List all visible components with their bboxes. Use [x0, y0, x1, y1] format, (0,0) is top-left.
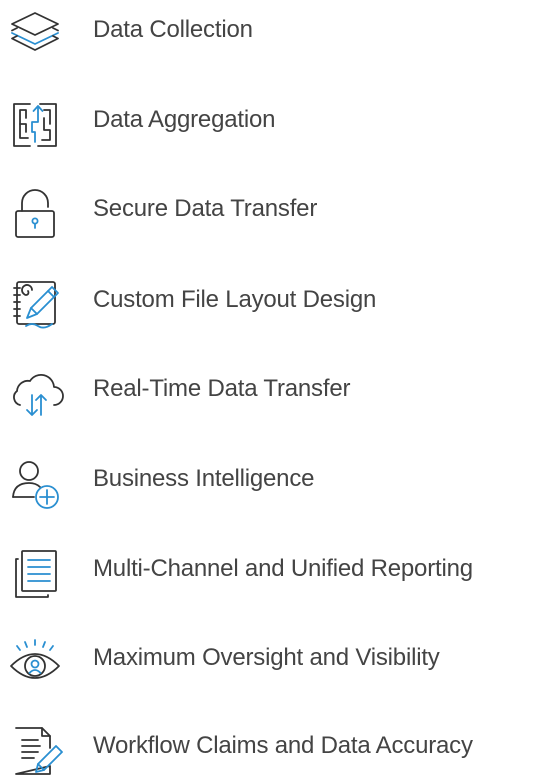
user-add-icon [8, 457, 62, 511]
document-edit-icon [8, 724, 63, 778]
notebook-pen-icon [8, 278, 62, 332]
feature-custom-file-layout-design: Custom File Layout Design [0, 274, 559, 334]
feature-label: Data Collection [93, 16, 253, 43]
feature-label: Real-Time Data Transfer [93, 375, 351, 402]
padlock-icon [8, 187, 62, 241]
cloud-transfer-icon [8, 367, 64, 421]
feature-list: Data Collection Data Aggregation Secure … [0, 0, 559, 780]
feature-real-time-data-transfer: Real-Time Data Transfer [0, 363, 559, 423]
feature-business-intelligence: Business Intelligence [0, 453, 559, 513]
feature-data-aggregation: Data Aggregation [0, 94, 559, 154]
feature-label: Workflow Claims and Data Accuracy [93, 732, 473, 759]
feature-label: Secure Data Transfer [93, 195, 318, 222]
feature-label: Maximum Oversight and Visibility [93, 644, 440, 671]
documents-icon [8, 547, 62, 601]
feature-secure-data-transfer: Secure Data Transfer [0, 183, 559, 243]
maze-icon [8, 98, 62, 152]
layers-icon [8, 8, 62, 62]
feature-label: Custom File Layout Design [93, 286, 377, 313]
feature-maximum-oversight: Maximum Oversight and Visibility [0, 632, 559, 692]
feature-label: Business Intelligence [93, 465, 315, 492]
eye-icon [8, 636, 62, 690]
feature-data-collection: Data Collection [0, 4, 559, 64]
feature-label: Data Aggregation [93, 106, 276, 133]
feature-multi-channel-reporting: Multi-Channel and Unified Reporting [0, 543, 559, 603]
feature-label: Multi-Channel and Unified Reporting [93, 555, 473, 582]
feature-workflow-claims: Workflow Claims and Data Accuracy [0, 720, 559, 780]
